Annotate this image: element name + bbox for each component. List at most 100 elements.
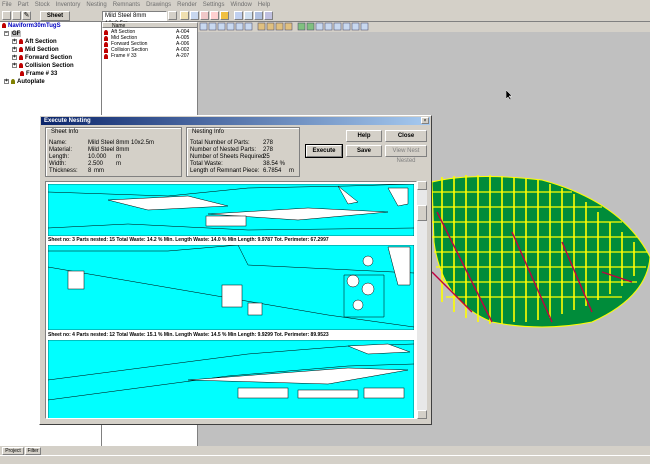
tree-item-collision[interactable]: + Collision Section (12, 63, 74, 69)
menu-bar: File Part Stock Inventory Nesting Remnan… (0, 0, 650, 10)
width-value: 2.500 (88, 161, 104, 167)
tool-1-icon[interactable] (180, 11, 189, 20)
tree-item-forward[interactable]: + Forward Section (12, 55, 72, 61)
menu-nesting[interactable]: Nesting (86, 2, 106, 8)
view-nest-button[interactable]: View Nest Nested (385, 145, 427, 164)
expand-icon[interactable]: + (12, 47, 17, 52)
thickness-unit: mm (94, 168, 104, 174)
parts-header[interactable]: Name (102, 22, 198, 29)
tree-item-frame33-label: Frame # 33 (26, 71, 58, 78)
material-value: Mild Steel 8mm (88, 147, 130, 153)
close-icon[interactable]: × (421, 117, 429, 124)
length-label: Length: (49, 154, 70, 160)
nested-parts-value: 278 (263, 147, 274, 153)
thickness-label: Thickness: (49, 168, 78, 174)
tree-root[interactable]: Naviform30mTugS (2, 23, 61, 29)
menu-window[interactable]: Window (230, 2, 251, 8)
tool-6-icon[interactable] (234, 11, 243, 20)
scroll-down-icon[interactable] (417, 410, 427, 419)
vertical-scrollbar[interactable] (417, 181, 427, 419)
sheet-button[interactable]: Sheet (40, 11, 70, 21)
part-icon (104, 42, 108, 47)
tree-item-collision-label: Collision Section (25, 63, 74, 70)
tree-item-gf[interactable]: − GF (4, 31, 22, 38)
menu-stock[interactable]: Stock (35, 2, 50, 8)
tool-4-icon[interactable] (210, 11, 219, 20)
zoom-in-icon (199, 22, 208, 31)
save-button[interactable]: Save (346, 145, 382, 157)
tree-item-aft[interactable]: + Aft Section (12, 39, 57, 45)
tree-root-label: Naviform30mTugS (8, 23, 61, 30)
view-top-icon (275, 22, 284, 31)
tool-9-icon[interactable] (264, 11, 273, 20)
close-button[interactable]: Close (385, 130, 427, 142)
tree-item-autoplate[interactable]: + Autoplate (4, 79, 45, 85)
tool-5-icon[interactable] (220, 11, 229, 20)
part-icon (19, 63, 23, 68)
part-name: Frame # 33 (111, 53, 137, 59)
sheet-4-layout (48, 245, 414, 330)
help-button[interactable]: Help (346, 130, 382, 142)
menu-render[interactable]: Render (177, 2, 197, 8)
rotate-icon (244, 22, 253, 31)
expand-icon[interactable]: + (12, 39, 17, 44)
sheet-selector[interactable]: Mild Steel 8mm 10x2.5m (102, 11, 167, 27)
menu-file[interactable]: File (2, 2, 12, 8)
plate-icon (11, 79, 15, 84)
menu-settings[interactable]: Settings (203, 2, 225, 8)
tab-project[interactable]: Project (2, 447, 24, 455)
pencil-icon[interactable]: ✎ (22, 11, 31, 20)
open-icon[interactable] (12, 11, 21, 20)
tree-item-mid[interactable]: + Mid Section (12, 47, 59, 53)
collapse-icon[interactable]: − (4, 31, 9, 36)
dropdown-arrow-icon[interactable] (168, 11, 177, 20)
tool-8-icon[interactable] (254, 11, 263, 20)
menu-inventory[interactable]: Inventory (56, 2, 81, 8)
view-toolbar-icons[interactable] (198, 22, 650, 32)
new-icon[interactable] (2, 11, 11, 20)
remnant-length-label: Length of Remnant Piece: (190, 168, 260, 174)
part-icon (104, 36, 108, 41)
mouse-cursor-icon (506, 90, 513, 101)
expand-icon[interactable]: + (4, 79, 9, 84)
tool-3-icon[interactable] (200, 11, 209, 20)
expand-icon[interactable]: + (12, 55, 17, 60)
tree-item-frame33[interactable]: Frame # 33 (20, 71, 57, 77)
length-unit: m (116, 154, 121, 160)
menu-part[interactable]: Part (18, 2, 29, 8)
total-parts-label: Total Number of Parts: (190, 140, 250, 146)
expand-icon[interactable]: + (12, 63, 17, 68)
view-side-icon (266, 22, 275, 31)
scroll-thumb[interactable] (417, 205, 427, 221)
total-parts-value: 278 (263, 140, 274, 146)
status-bar (0, 455, 650, 464)
part-code: A-207 (176, 53, 190, 59)
part-icon (19, 55, 23, 60)
tree-item-mid-label: Mid Section (25, 47, 59, 54)
dialog-title: Execute Nesting (41, 117, 430, 125)
menu-remnants[interactable]: Remnants (113, 2, 140, 8)
show-icon (351, 22, 360, 31)
scroll-up-icon[interactable] (417, 181, 427, 190)
part-icon (104, 48, 108, 53)
part-icon (104, 54, 108, 59)
thickness-value: 8 (88, 168, 92, 174)
execute-button[interactable]: Execute (305, 144, 343, 158)
measure-icon (324, 22, 333, 31)
zoom-window-icon (226, 22, 235, 31)
view-toolbar (198, 22, 650, 32)
nested-sheets-view[interactable]: Sheet no: 3 Parts nested: 15 Total Waste… (45, 181, 417, 419)
sheets-required-label: Number of Sheets Required: (190, 154, 267, 160)
total-waste-label: Total Waste: (190, 161, 223, 167)
wireframe-icon (306, 22, 315, 31)
execute-nesting-dialog: Execute Nesting × Sheet Info Name: Mild … (39, 115, 432, 425)
tool-7-icon[interactable] (244, 11, 253, 20)
part-icon (20, 71, 24, 76)
tree-item-forward-label: Forward Section (25, 55, 73, 62)
tool-2-icon[interactable] (190, 11, 199, 20)
menu-drawings[interactable]: Drawings (146, 2, 171, 8)
remnant-length-value: 6.7854 (263, 168, 282, 174)
layer-icon (315, 22, 324, 31)
tab-filter[interactable]: Filter (25, 447, 41, 455)
menu-help[interactable]: Help (258, 2, 270, 8)
